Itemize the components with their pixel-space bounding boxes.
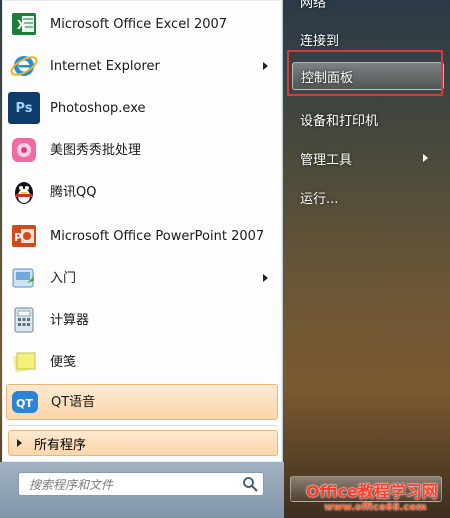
program-excel[interactable]: X Microsoft Office Excel 2007: [6, 4, 278, 44]
all-programs-button[interactable]: 所有程序: [8, 430, 278, 456]
photoshop-icon: Ps: [8, 92, 40, 124]
calculator-icon: [8, 304, 40, 336]
program-powerpoint[interactable]: P Microsoft Office PowerPoint 2007: [6, 214, 278, 258]
program-label: Microsoft Office Excel 2007: [50, 16, 228, 32]
program-photoshop[interactable]: Ps Photoshop.exe: [6, 88, 278, 128]
chevron-right-icon[interactable]: [263, 274, 268, 282]
program-label: Photoshop.exe: [50, 100, 146, 116]
watermark-title: Office教程学习网: [306, 482, 438, 501]
annotation-highlight-box: [287, 50, 443, 96]
powerpoint-icon: P: [8, 220, 40, 252]
link-connect-to[interactable]: 连接到: [292, 26, 442, 52]
svg-text:QT: QT: [16, 397, 33, 410]
search-icon[interactable]: [241, 475, 259, 493]
program-label: 腾讯QQ: [50, 184, 97, 200]
sticky-notes-icon: [8, 346, 40, 378]
svg-text:X: X: [17, 18, 27, 32]
qq-penguin-icon: [8, 176, 40, 208]
program-label: Internet Explorer: [50, 58, 160, 74]
chevron-right-icon: [423, 154, 428, 162]
program-sticky-notes[interactable]: 便笺: [6, 342, 278, 382]
program-label: 美图秀秀批处理: [50, 142, 142, 158]
program-internet-explorer[interactable]: Internet Explorer: [6, 46, 278, 86]
link-run[interactable]: 运行...: [292, 184, 442, 210]
link-label: 网络: [300, 0, 327, 11]
link-label: 管理工具: [300, 152, 353, 168]
ie-icon: [8, 50, 40, 82]
link-label: 运行...: [300, 191, 339, 207]
program-label: 计算器: [50, 312, 90, 328]
link-label: 设备和打印机: [300, 113, 379, 129]
program-calculator[interactable]: 计算器: [6, 300, 278, 340]
chevron-right-icon[interactable]: [263, 62, 268, 70]
divider: [8, 425, 278, 426]
svg-text:P: P: [14, 231, 22, 244]
program-qt-voice[interactable]: QT QT语音: [6, 384, 278, 420]
link-devices-printers[interactable]: 设备和打印机: [292, 106, 442, 132]
link-network[interactable]: 网络: [292, 0, 442, 14]
getting-started-icon: [8, 262, 40, 294]
program-label: 入门: [50, 270, 77, 286]
program-label: Microsoft Office PowerPoint 2007: [50, 228, 265, 244]
program-getting-started[interactable]: 入门: [6, 258, 278, 298]
chevron-right-icon: [17, 439, 22, 447]
program-qq[interactable]: 腾讯QQ: [6, 172, 278, 212]
meitu-icon: [8, 134, 40, 166]
program-meitu-batch[interactable]: 美图秀秀批处理: [6, 130, 278, 170]
program-label: QT语音: [51, 394, 96, 410]
all-programs-label: 所有程序: [34, 437, 87, 453]
search-placeholder: 搜索程序和文件: [29, 477, 114, 492]
programs-pane: X Microsoft Office Excel 2007 Internet E…: [2, 0, 283, 462]
search-input[interactable]: 搜索程序和文件: [18, 472, 264, 496]
watermark-url: www.office68.com: [324, 502, 427, 513]
start-menu: X Microsoft Office Excel 2007 Internet E…: [0, 0, 450, 518]
link-admin-tools[interactable]: 管理工具: [292, 145, 442, 171]
link-label: 连接到: [300, 33, 340, 49]
excel-icon: X: [8, 8, 40, 40]
qt-voice-icon: QT: [9, 386, 41, 418]
watermark: Office教程学习网 www.office68.com: [306, 478, 438, 513]
program-label: 便笺: [50, 354, 77, 370]
